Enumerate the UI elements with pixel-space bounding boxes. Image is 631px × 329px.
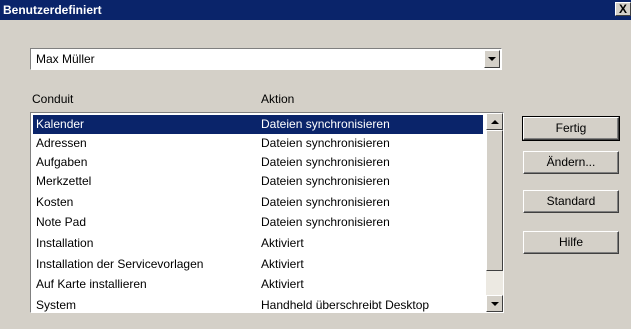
hilfe-button[interactable]: Hilfe xyxy=(523,231,619,254)
title-bar: Benutzerdefiniert xyxy=(0,0,631,20)
list-item[interactable]: Auf Karte installieren Aktiviert xyxy=(33,275,483,294)
conduit-name: Aufgaben xyxy=(36,155,88,169)
column-header-aktion: Aktion xyxy=(261,92,295,106)
scroll-down-button[interactable] xyxy=(486,295,503,312)
column-header-conduit: Conduit xyxy=(32,92,74,106)
conduit-name: Installation xyxy=(36,236,94,250)
list-item[interactable]: Installation Aktiviert xyxy=(33,234,483,253)
conduit-action: Dateien synchronisieren xyxy=(261,174,390,188)
conduit-name: Note Pad xyxy=(36,215,87,229)
conduit-action: Dateien synchronisieren xyxy=(261,195,390,209)
list-item[interactable]: Kosten Dateien synchronisieren xyxy=(33,193,483,212)
conduit-action: Aktiviert xyxy=(261,236,304,250)
scrollbar-thumb[interactable] xyxy=(486,130,503,271)
conduit-name: Kosten xyxy=(36,195,74,209)
conduit-name: Installation der Servicevorlagen xyxy=(36,257,204,271)
conduit-action: Aktiviert xyxy=(261,257,304,271)
conduit-list[interactable]: Kalender Dateien synchronisieren Adresse… xyxy=(30,112,504,313)
user-select[interactable]: Max Müller xyxy=(30,48,502,70)
conduit-name: System xyxy=(36,298,77,312)
conduit-action: Dateien synchronisieren xyxy=(261,117,390,131)
list-item[interactable]: Adressen Dateien synchronisieren xyxy=(33,134,483,153)
vertical-scrollbar[interactable] xyxy=(486,113,503,312)
scroll-up-button[interactable] xyxy=(486,113,503,130)
conduit-name: Auf Karte installieren xyxy=(36,277,147,291)
conduit-action: Aktiviert xyxy=(261,277,304,291)
fertig-button[interactable]: Fertig xyxy=(522,116,620,141)
conduit-name: Adressen xyxy=(36,136,87,150)
conduit-action: Dateien synchronisieren xyxy=(261,155,390,169)
list-item[interactable]: Note Pad Dateien synchronisieren xyxy=(33,213,483,232)
chevron-down-icon xyxy=(490,301,499,306)
chevron-up-icon xyxy=(490,119,499,124)
window-title: Benutzerdefiniert xyxy=(3,3,102,17)
aendern-button[interactable]: Ändern... xyxy=(523,151,619,174)
list-item[interactable]: System Handheld überschreibt Desktop xyxy=(33,296,483,312)
close-button[interactable]: X xyxy=(615,2,631,16)
chevron-down-icon xyxy=(488,57,496,61)
list-item[interactable]: Installation der Servicevorlagen Aktivie… xyxy=(33,255,483,274)
list-item[interactable]: Aufgaben Dateien synchronisieren xyxy=(33,153,483,172)
conduit-name: Merkzettel xyxy=(36,174,92,188)
standard-button[interactable]: Standard xyxy=(523,190,619,213)
list-item[interactable]: Merkzettel Dateien synchronisieren xyxy=(33,172,483,191)
conduit-action: Handheld überschreibt Desktop xyxy=(261,298,430,312)
list-item[interactable]: Kalender Dateien synchronisieren xyxy=(33,115,483,134)
conduit-name: Kalender xyxy=(36,117,85,131)
conduit-action: Dateien synchronisieren xyxy=(261,136,390,150)
conduit-action: Dateien synchronisieren xyxy=(261,215,390,229)
dropdown-button[interactable] xyxy=(484,50,500,68)
user-select-value: Max Müller xyxy=(36,52,95,66)
